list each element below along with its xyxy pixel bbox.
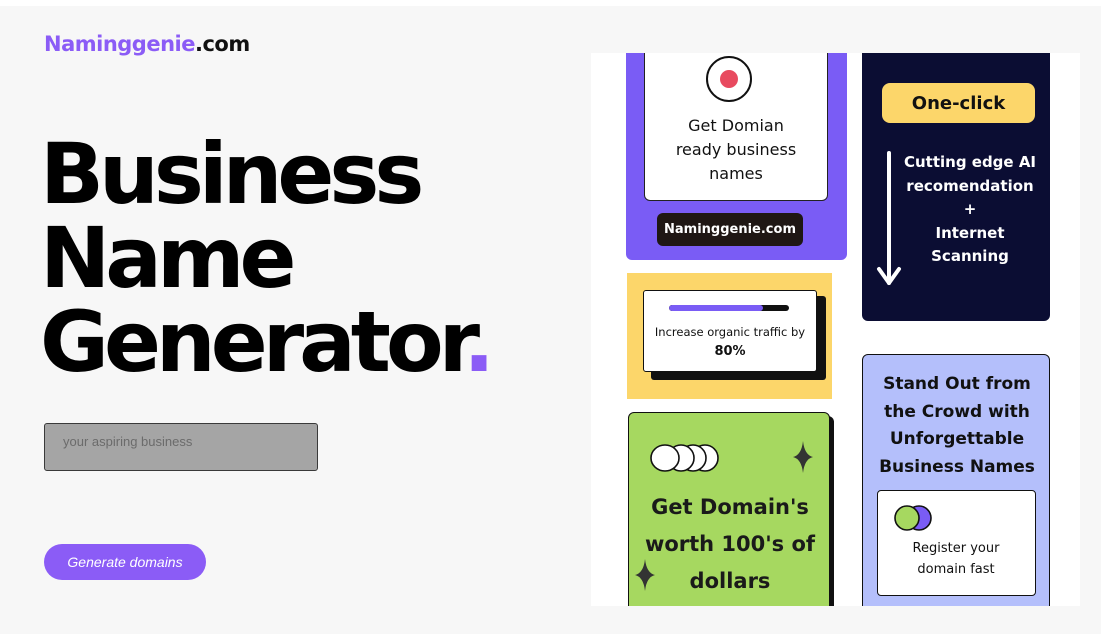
card-worth: Get Domain's worth 100's of dollars [628, 412, 830, 606]
card-domain-ready-line-2: ready business [675, 140, 797, 159]
brand-name: Naminggenie [44, 32, 195, 56]
feature-cards-panel: Get Domian ready business names Namingge… [591, 53, 1080, 606]
card-domain-ready-line-1: Get Domian [688, 116, 784, 135]
record-icon [706, 56, 752, 102]
hero-accent-dot: . [463, 293, 495, 391]
card-traffic-inner: Increase organic traffic by 80% [643, 290, 817, 372]
card-stand-out-line-4: Business Names [879, 456, 1035, 477]
traffic-progress-fill [669, 305, 763, 311]
card-worth-text: Get Domain's worth 100's of dollars [637, 489, 823, 600]
card-domain-ready: Get Domian ready business names Namingge… [626, 53, 847, 260]
card-stand-out-inner-line-2: domain fast [917, 561, 995, 577]
hero-line-1: Business [40, 125, 424, 223]
hero-heading: Business Name Generator. [40, 132, 580, 384]
card-stand-out-inner-text: Register your domain fast [880, 539, 1032, 580]
card-traffic: Increase organic traffic by 80% [627, 273, 832, 399]
card-stand-out: Stand Out from the Crowd with Unforgetta… [862, 354, 1050, 606]
brand-logo[interactable]: Naminggenie.com [44, 32, 250, 56]
search-placeholder: your aspiring business [63, 434, 193, 449]
card-one-click: One-click Cutting edge AI recomendation … [862, 53, 1050, 321]
business-search-input[interactable]: your aspiring business [44, 423, 318, 471]
naminggenie-pill: Naminggenie.com [657, 213, 803, 246]
card-stand-out-line-2: the Crowd with [884, 401, 1030, 422]
generate-domains-button[interactable]: Generate domains [44, 544, 206, 580]
overlapping-circles-icon [894, 505, 932, 531]
hero-line-3: Generator. [40, 300, 580, 384]
card-one-click-text: Cutting edge AI recomendation + Internet… [900, 151, 1040, 269]
card-worth-line-2: worth 100's of [644, 532, 816, 556]
card-worth-line-1: Get Domain's [651, 495, 809, 519]
card-traffic-text: Increase organic traffic by 80% [646, 323, 814, 361]
brand-tld: .com [194, 32, 250, 56]
sparkle-icon [793, 441, 813, 473]
card-stand-out-text: Stand Out from the Crowd with Unforgetta… [869, 371, 1045, 481]
card-stand-out-line-3: Unforgettable [889, 429, 1025, 449]
arrow-down-icon [877, 151, 901, 285]
card-traffic-line-1: Increase organic traffic by [654, 325, 806, 339]
traffic-progress-bar [669, 305, 789, 311]
card-domain-ready-inner: Get Domian ready business names [644, 53, 828, 201]
card-one-click-line-4: Internet [935, 223, 1005, 242]
card-stand-out-line-1: Stand Out from [883, 374, 1031, 394]
card-stand-out-inner-line-1: Register your [912, 541, 1000, 556]
card-domain-ready-line-3: names [709, 164, 763, 183]
card-one-click-line-1: Cutting edge AI [903, 153, 1037, 171]
hero-line-2: Name [40, 209, 296, 307]
hero-line-3-text: Generator [40, 293, 468, 391]
card-stand-out-inner: Register your domain fast [877, 490, 1036, 596]
card-domain-ready-text: Get Domian ready business names [651, 114, 821, 186]
card-one-click-line-5: Scanning [931, 247, 1009, 265]
one-click-pill: One-click [882, 83, 1035, 123]
card-traffic-value: 80% [714, 344, 746, 359]
card-worth-line-3: dollars [689, 569, 771, 593]
card-one-click-line-2: recomendation [906, 176, 1034, 195]
card-one-click-line-3: + [963, 200, 977, 218]
overlapping-circles-icon [650, 444, 719, 472]
